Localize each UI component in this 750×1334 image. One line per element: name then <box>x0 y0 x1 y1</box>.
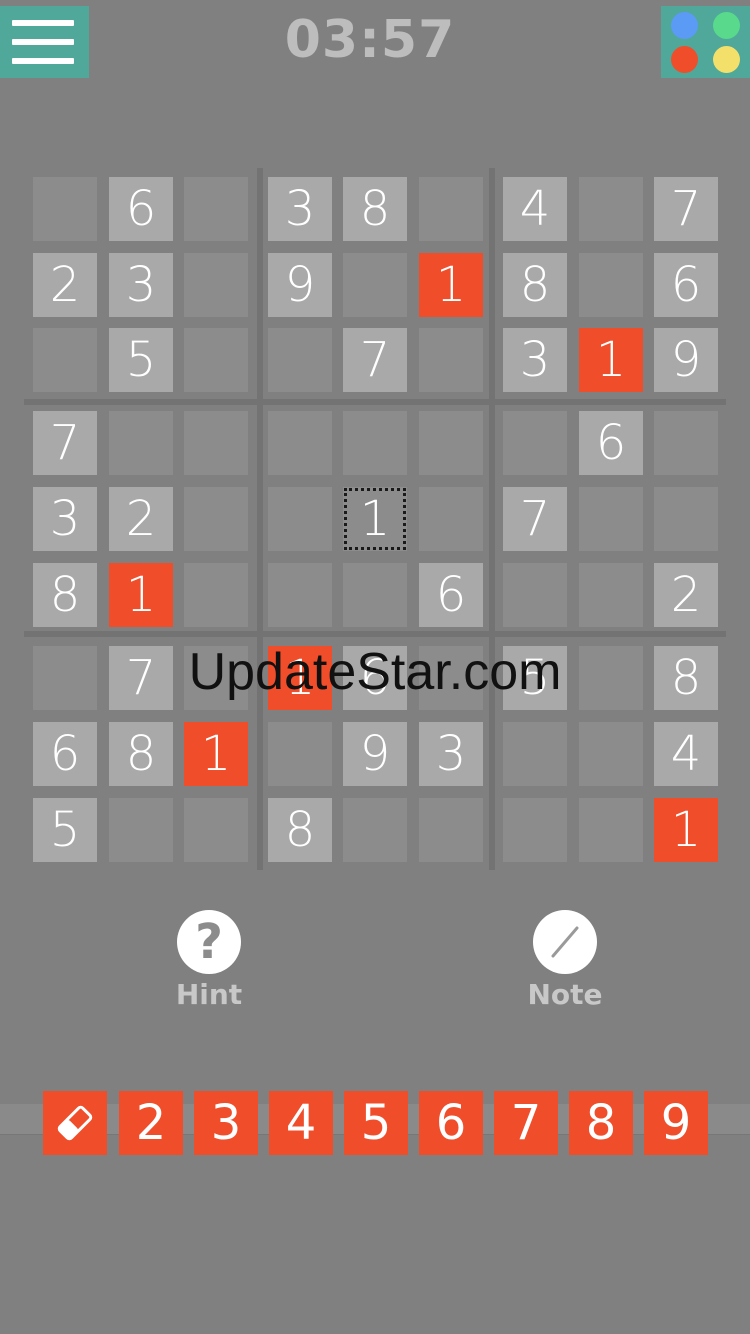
board-cell-r2c9[interactable]: 6 <box>654 253 718 317</box>
board-cell-r5c6[interactable] <box>419 487 483 551</box>
board-cell-r4c3[interactable] <box>184 411 248 475</box>
board-cell-r4c7[interactable] <box>503 411 567 475</box>
board-cell-r3c7[interactable]: 3 <box>503 328 567 392</box>
board-cell-r5c8[interactable] <box>579 487 643 551</box>
box-divider-v2 <box>489 168 495 870</box>
eraser-icon <box>57 1105 93 1141</box>
note-button[interactable]: Note <box>505 910 625 1011</box>
board-cell-r9c8[interactable] <box>579 798 643 862</box>
board-cell-r2c4[interactable]: 9 <box>268 253 332 317</box>
watermark-text: UpdateStar.com <box>188 643 562 701</box>
board-cell-r9c1[interactable]: 5 <box>33 798 97 862</box>
eraser-key[interactable] <box>43 1091 107 1155</box>
board-cell-r3c9[interactable]: 9 <box>654 328 718 392</box>
board-cell-r1c2[interactable]: 6 <box>109 177 173 241</box>
board-cell-r6c7[interactable] <box>503 563 567 627</box>
pencil-icon <box>533 910 597 974</box>
board-cell-r4c9[interactable] <box>654 411 718 475</box>
board-cell-r6c4[interactable] <box>268 563 332 627</box>
board-cell-r8c2[interactable]: 8 <box>109 722 173 786</box>
board-cell-r1c7[interactable]: 4 <box>503 177 567 241</box>
board-cell-r3c8[interactable]: 1 <box>579 328 643 392</box>
board-cell-r6c8[interactable] <box>579 563 643 627</box>
board-cell-r2c6[interactable]: 1 <box>419 253 483 317</box>
board-cell-r8c5[interactable]: 9 <box>343 722 407 786</box>
board-cell-r5c1[interactable]: 3 <box>33 487 97 551</box>
board-cell-r3c2[interactable]: 5 <box>109 328 173 392</box>
board-cell-r1c9[interactable]: 7 <box>654 177 718 241</box>
box-divider-h2 <box>24 631 726 637</box>
board-cell-r1c4[interactable]: 3 <box>268 177 332 241</box>
board-cell-r3c4[interactable] <box>268 328 332 392</box>
board-cell-r9c9[interactable]: 1 <box>654 798 718 862</box>
board-cell-r8c8[interactable] <box>579 722 643 786</box>
board-cell-r9c7[interactable] <box>503 798 567 862</box>
board-cell-r4c5[interactable] <box>343 411 407 475</box>
board-cell-r4c6[interactable] <box>419 411 483 475</box>
board-cell-r2c1[interactable]: 2 <box>33 253 97 317</box>
board-cell-r1c1[interactable] <box>33 177 97 241</box>
board-cell-r4c1[interactable]: 7 <box>33 411 97 475</box>
board-cell-r9c6[interactable] <box>419 798 483 862</box>
board-cell-r8c3[interactable]: 1 <box>184 722 248 786</box>
board-cell-r3c1[interactable] <box>33 328 97 392</box>
board-cell-r3c5[interactable]: 7 <box>343 328 407 392</box>
board-cell-r3c3[interactable] <box>184 328 248 392</box>
board-cell-r8c4[interactable] <box>268 722 332 786</box>
board-cell-r1c5[interactable]: 8 <box>343 177 407 241</box>
number-key-4[interactable]: 4 <box>269 1091 333 1155</box>
board-cell-r1c6[interactable] <box>419 177 483 241</box>
board-cell-r9c3[interactable] <box>184 798 248 862</box>
board-cell-r4c2[interactable] <box>109 411 173 475</box>
board-cell-r8c9[interactable]: 4 <box>654 722 718 786</box>
board-cell-r4c8[interactable]: 6 <box>579 411 643 475</box>
board-cell-r6c5[interactable] <box>343 563 407 627</box>
board-cell-r2c5[interactable] <box>343 253 407 317</box>
board-cell-r5c2[interactable]: 2 <box>109 487 173 551</box>
number-key-2[interactable]: 2 <box>119 1091 183 1155</box>
board-cell-r6c6[interactable]: 6 <box>419 563 483 627</box>
board-cell-r9c2[interactable] <box>109 798 173 862</box>
board-cell-r8c7[interactable] <box>503 722 567 786</box>
board-cell-r6c9[interactable]: 2 <box>654 563 718 627</box>
number-keypad: 23456789 <box>0 1091 750 1155</box>
number-key-5[interactable]: 5 <box>344 1091 408 1155</box>
board-cell-r5c9[interactable] <box>654 487 718 551</box>
board-cell-r3c6[interactable] <box>419 328 483 392</box>
number-key-9[interactable]: 9 <box>644 1091 708 1155</box>
number-key-7[interactable]: 7 <box>494 1091 558 1155</box>
number-key-3[interactable]: 3 <box>194 1091 258 1155</box>
board-cell-r5c3[interactable] <box>184 487 248 551</box>
box-divider-h1 <box>24 399 726 405</box>
board-cell-r2c8[interactable] <box>579 253 643 317</box>
board-cell-r8c6[interactable]: 3 <box>419 722 483 786</box>
board-cell-r2c3[interactable] <box>184 253 248 317</box>
note-label: Note <box>527 978 603 1011</box>
question-icon: ? <box>177 910 241 974</box>
box-divider-v1 <box>257 168 263 870</box>
board-cell-r9c4[interactable]: 8 <box>268 798 332 862</box>
board-cell-r2c2[interactable]: 3 <box>109 253 173 317</box>
board-cell-r6c1[interactable]: 8 <box>33 563 97 627</box>
board-cell-r5c7[interactable]: 7 <box>503 487 567 551</box>
board-cell-r1c3[interactable] <box>184 177 248 241</box>
number-key-8[interactable]: 8 <box>569 1091 633 1155</box>
sudoku-board: 6384723918657319763217816271658681934581 <box>0 0 750 880</box>
hint-button[interactable]: ? Hint <box>149 910 269 1011</box>
number-key-6[interactable]: 6 <box>419 1091 483 1155</box>
board-cell-r5c4[interactable] <box>268 487 332 551</box>
board-cell-r8c1[interactable]: 6 <box>33 722 97 786</box>
board-cell-r9c5[interactable] <box>343 798 407 862</box>
board-cell-r4c4[interactable] <box>268 411 332 475</box>
board-cell-r1c8[interactable] <box>579 177 643 241</box>
board-cell-r6c2[interactable]: 1 <box>109 563 173 627</box>
board-cell-r2c7[interactable]: 8 <box>503 253 567 317</box>
board-cell-r6c3[interactable] <box>184 563 248 627</box>
hint-label: Hint <box>175 978 243 1011</box>
board-cell-r5c5[interactable]: 1 <box>343 487 407 551</box>
